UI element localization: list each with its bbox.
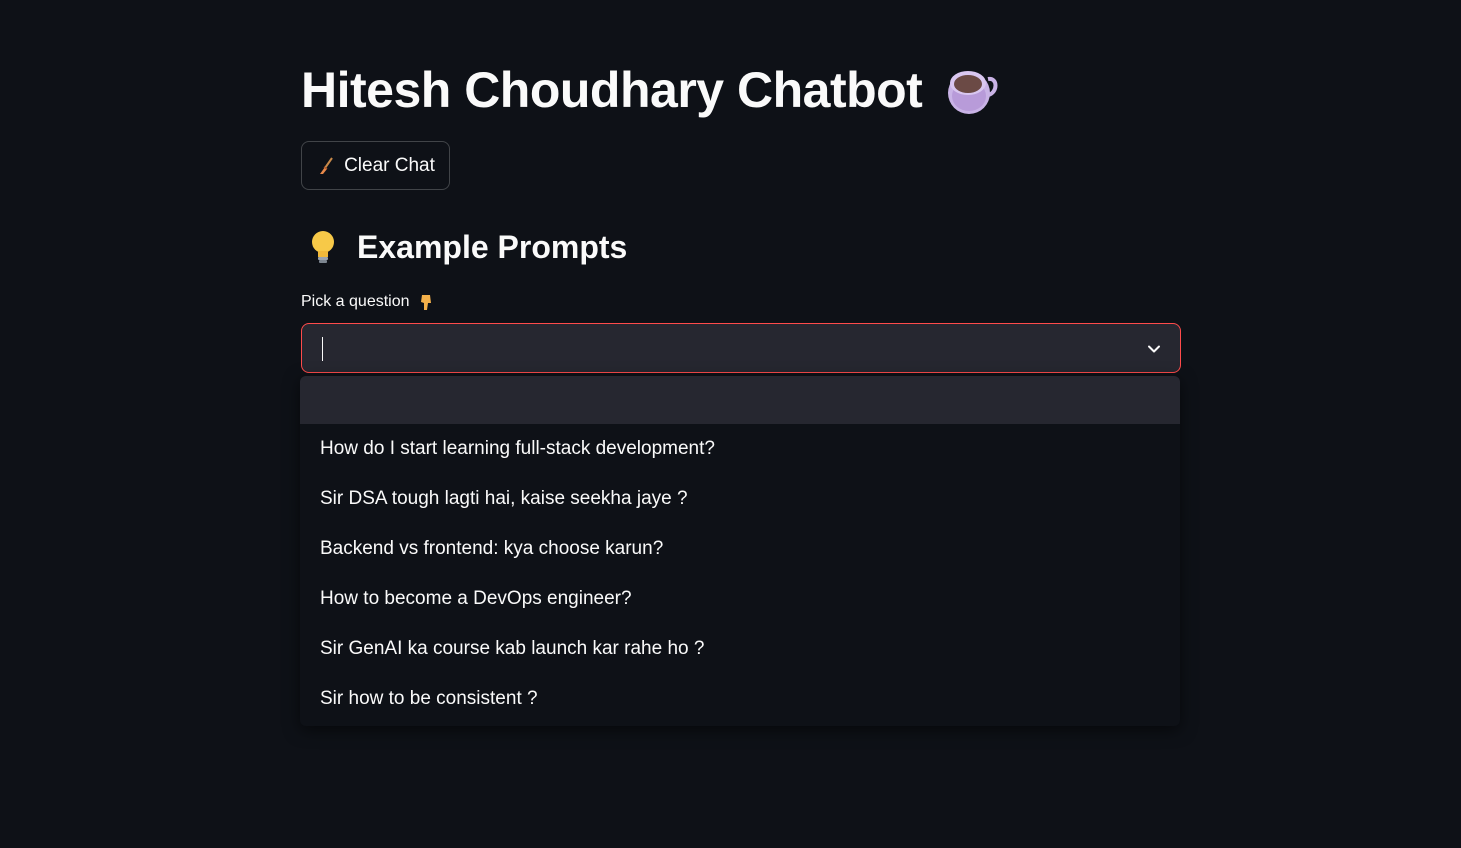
dropdown-option[interactable]: Sir how to be consistent ? [300, 674, 1180, 724]
question-dropdown-menu: How do I start learning full-stack devel… [300, 376, 1180, 726]
dropdown-option[interactable]: How to become a DevOps engineer? [300, 574, 1180, 624]
section-title: Example Prompts [357, 228, 628, 265]
select-label: Pick a question [301, 292, 436, 312]
pointing-down-icon [420, 295, 431, 310]
broom-icon [320, 156, 333, 174]
dropdown-option[interactable]: Sir GenAI ka course kab launch kar rahe … [300, 624, 1180, 674]
dropdown-option[interactable]: Backend vs frontend: kya choose karun? [300, 524, 1180, 574]
chevron-down-icon[interactable] [1146, 341, 1162, 357]
dropdown-option[interactable]: Sir DSA tough lagti hai, kaise seekha ja… [300, 474, 1180, 524]
title-row: Hitesh Choudhary Chatbot [301, 58, 998, 122]
tea-cup-icon [948, 71, 998, 114]
dropdown-empty-option[interactable] [300, 376, 1180, 424]
clear-chat-button[interactable]: Clear Chat [301, 141, 450, 190]
light-bulb-icon [312, 231, 334, 263]
text-caret [322, 337, 323, 361]
example-prompts-heading: Example Prompts [307, 225, 627, 269]
dropdown-option[interactable]: How do I start learning full-stack devel… [300, 424, 1180, 474]
page-title: Hitesh Choudhary Chatbot [301, 62, 923, 118]
clear-chat-label: Clear Chat [344, 154, 435, 176]
select-label-text: Pick a question [301, 293, 410, 310]
question-select-input[interactable] [301, 323, 1181, 373]
